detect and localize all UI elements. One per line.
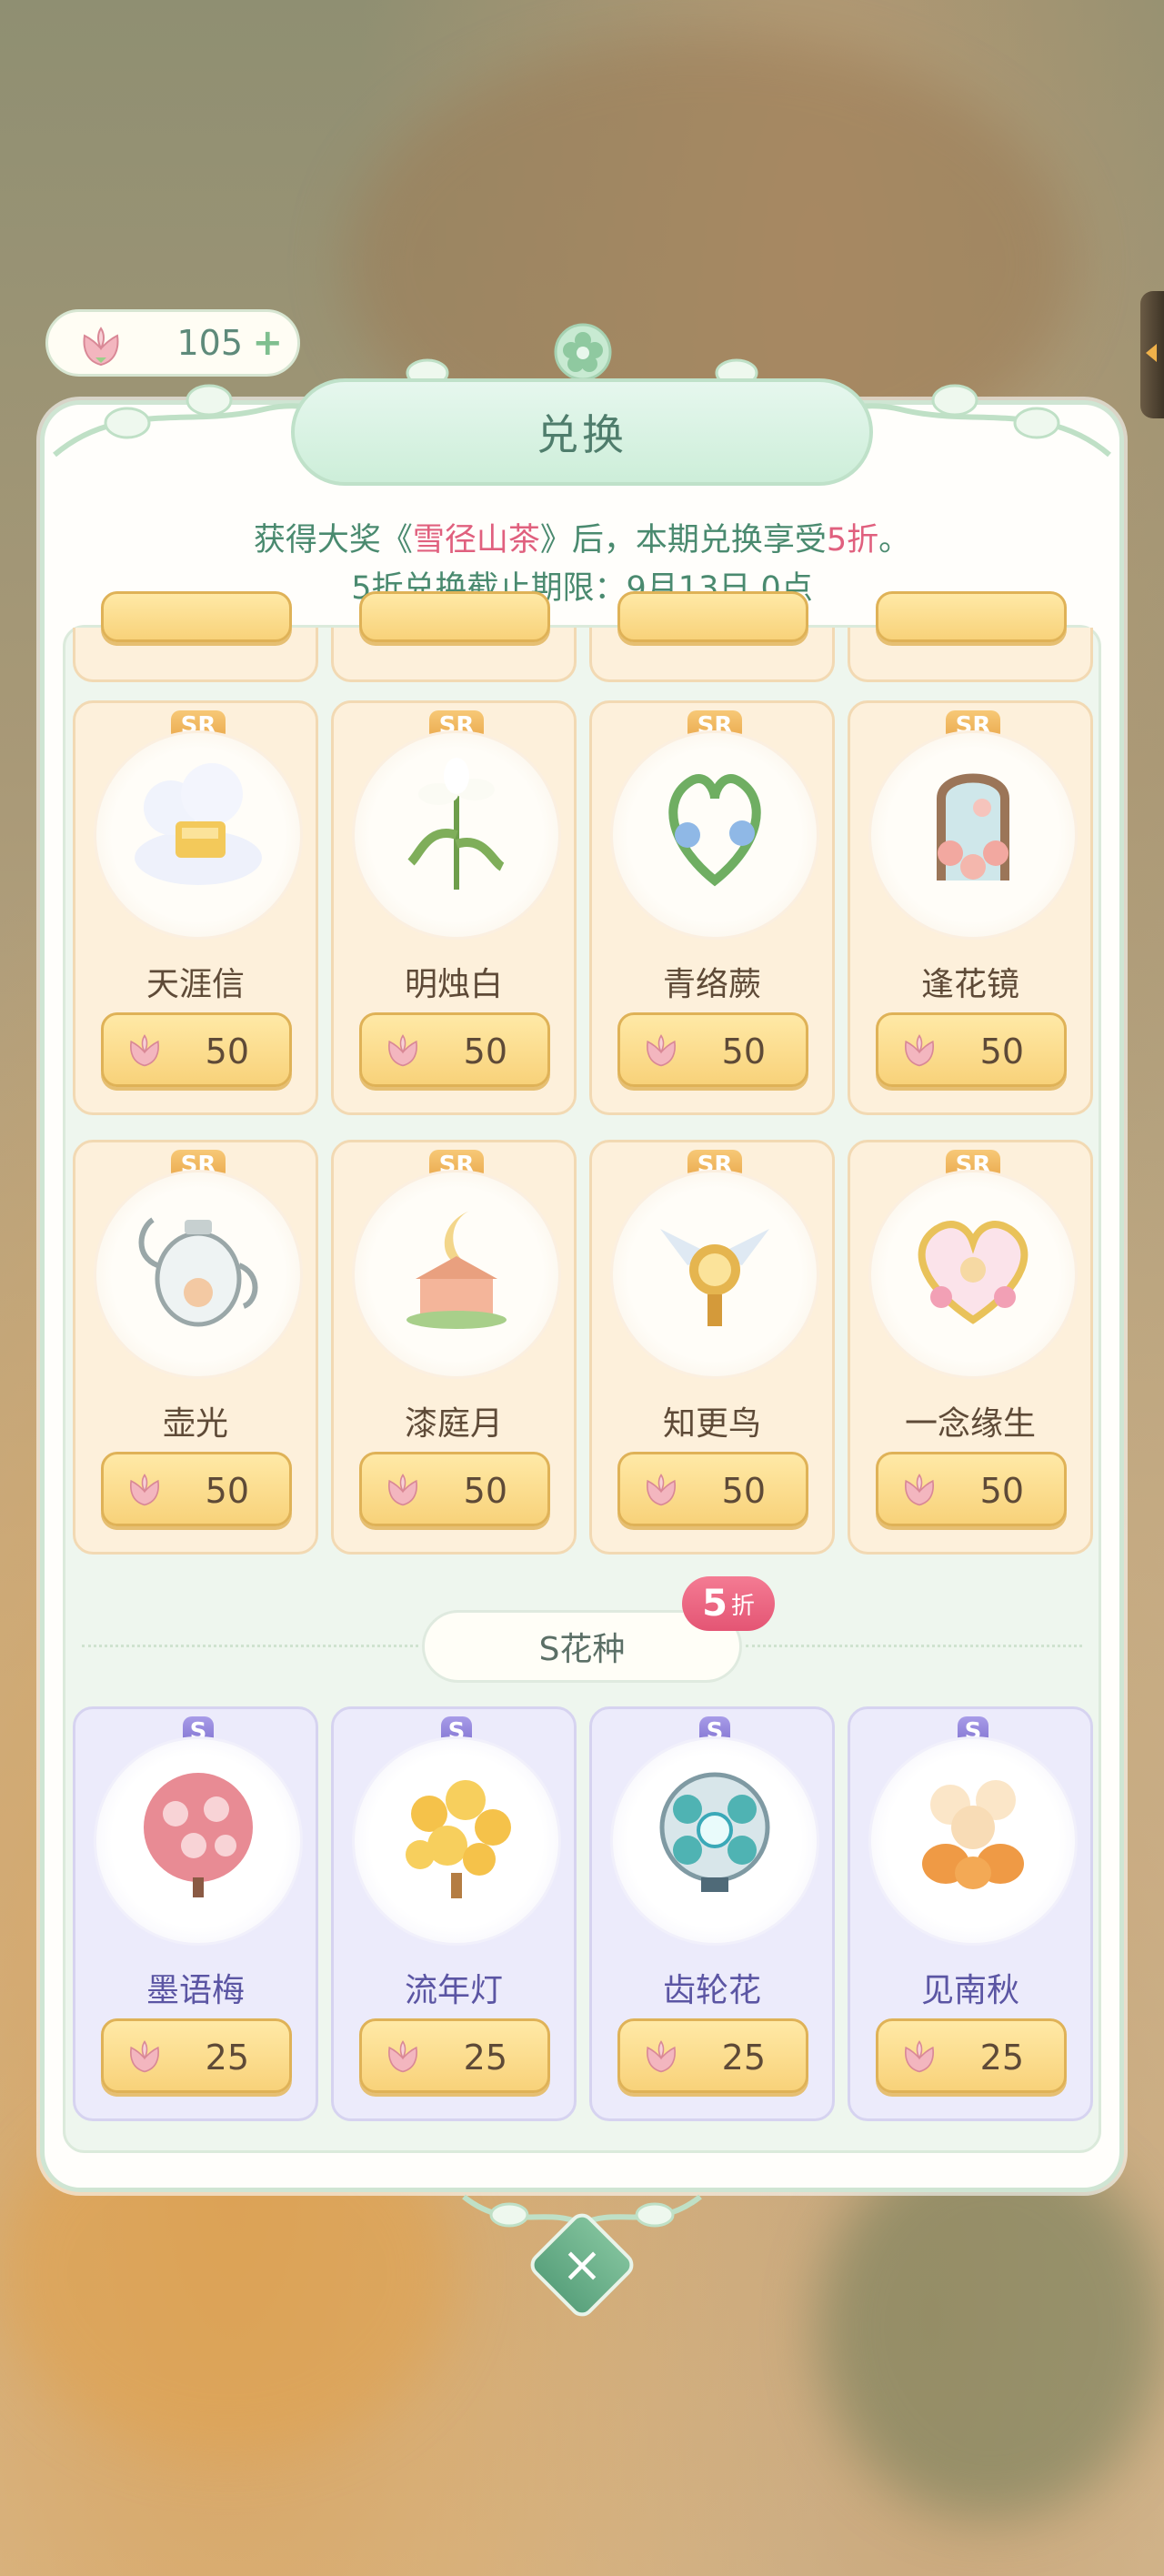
item-name: 逢花镜 [920, 966, 1019, 1003]
gear-flower-icon [642, 1759, 788, 1908]
notice-middle: 》后，本期兑换享受 [539, 522, 827, 558]
heart-frame-icon [900, 1192, 1046, 1342]
item-card[interactable]: SR 壶光 50 [73, 1140, 318, 1555]
item-card[interactable]: S 齿轮花 25 [589, 1706, 835, 2121]
notice-discount: 5折 [826, 522, 879, 558]
notice-prefix: 获得大奖《 [253, 522, 413, 558]
exchange-button[interactable]: 50 [876, 1452, 1067, 1526]
item-card[interactable]: SR 漆庭月 50 [331, 1140, 577, 1555]
flower-mirror-icon [900, 753, 1046, 902]
item-name: 壶光 [162, 1405, 228, 1443]
item-card[interactable]: SR 明烛白 50 [331, 700, 577, 1115]
item-card[interactable]: S 墨语梅 25 [73, 1706, 318, 2121]
camellia-petal-icon [124, 1469, 166, 1514]
exchange-notice: 获得大奖《雪径山茶》后，本期兑换享受5折。 [0, 514, 1164, 560]
price-value: 50 [979, 1471, 1024, 1511]
dialog-title: 兑换 [537, 410, 627, 459]
price-button-partial[interactable] [359, 591, 550, 642]
item-name: 天涯信 [146, 966, 245, 1003]
pumpkin-rose-icon [900, 1759, 1046, 1908]
camellia-petal-icon [640, 1030, 682, 1075]
discount-number: 5 [702, 1583, 728, 1625]
item-card[interactable]: SR 逢花镜 50 [848, 700, 1093, 1115]
item-name: 齿轮花 [662, 1972, 761, 2009]
price-value: 50 [463, 1471, 507, 1511]
item-card-partial[interactable] [331, 591, 577, 682]
price-value: 25 [721, 2038, 766, 2078]
background-tree [818, 2138, 1164, 2520]
price-value: 50 [979, 1031, 1024, 1072]
price-value: 50 [205, 1031, 249, 1072]
dialog-title-banner: 兑换 [291, 378, 873, 486]
fern-heart-icon [642, 753, 788, 902]
item-name: 流年灯 [404, 1972, 503, 2009]
price-value: 50 [463, 1031, 507, 1072]
item-card[interactable]: SR 知更鸟 50 [589, 1140, 835, 1555]
item-name: 漆庭月 [404, 1405, 503, 1443]
price-value: 50 [721, 1031, 766, 1072]
item-name: 明烛白 [404, 966, 503, 1003]
item-card[interactable]: S 见南秋 25 [848, 1706, 1093, 2121]
item-card[interactable]: SR 青络蕨 50 [589, 700, 835, 1115]
item-name: 墨语梅 [146, 1972, 245, 2009]
item-card[interactable]: SR 一念缘生 50 [848, 1140, 1093, 1555]
exchange-button[interactable]: 25 [617, 2018, 808, 2093]
exchange-button[interactable]: 50 [876, 1012, 1067, 1087]
moon-pavilion-icon [384, 1192, 529, 1342]
camellia-petal-icon [640, 1469, 682, 1514]
notice-prize-name: 雪径山茶 [412, 522, 540, 558]
exchange-button[interactable]: 25 [359, 2018, 550, 2093]
item-name: 青络蕨 [662, 966, 761, 1003]
section-divider [82, 1645, 418, 1647]
camellia-petal-icon [124, 1030, 166, 1075]
side-expand-tab[interactable] [1140, 291, 1164, 418]
price-button-partial[interactable] [101, 591, 292, 642]
item-name: 一念缘生 [904, 1405, 1036, 1443]
white-lily-icon [384, 753, 529, 902]
exchange-button[interactable]: 50 [359, 1452, 550, 1526]
camellia-petal-icon [382, 2036, 424, 2081]
flower-ornament-icon [551, 320, 615, 387]
camellia-petal-icon [124, 2036, 166, 2081]
exchange-button[interactable]: 25 [101, 2018, 292, 2093]
item-card-partial[interactable] [589, 591, 835, 682]
price-value: 50 [721, 1471, 766, 1511]
price-value: 25 [463, 2038, 507, 2078]
exchange-button[interactable]: 50 [617, 1452, 808, 1526]
item-card-partial[interactable] [848, 591, 1093, 682]
lantern-tree-icon [384, 1759, 529, 1908]
item-name: 知更鸟 [662, 1405, 761, 1443]
price-value: 25 [205, 2038, 249, 2078]
section-divider [746, 1645, 1082, 1647]
notice-suffix: 。 [878, 522, 911, 558]
item-card[interactable]: S 流年灯 25 [331, 1706, 577, 2121]
camellia-petal-icon [382, 1030, 424, 1075]
cloud-mailbox-icon [125, 753, 271, 902]
price-value: 50 [205, 1471, 249, 1511]
teapot-icon [125, 1192, 271, 1342]
item-name: 见南秋 [920, 1972, 1019, 2009]
camellia-petal-icon [898, 1469, 940, 1514]
exchange-button[interactable]: 50 [101, 1452, 292, 1526]
price-button-partial[interactable] [617, 591, 808, 642]
exchange-button[interactable]: 50 [359, 1012, 550, 1087]
camellia-petal-icon [898, 1030, 940, 1075]
section-header-s-seeds: S花种 [82, 1610, 1082, 1683]
close-icon[interactable]: × [555, 2238, 609, 2292]
exchange-button[interactable]: 50 [617, 1012, 808, 1087]
plum-blossom-tree-icon [125, 1759, 271, 1908]
exchange-button[interactable]: 50 [101, 1012, 292, 1087]
camellia-petal-icon [898, 2036, 940, 2081]
discount-badge: 5折 [682, 1576, 775, 1631]
discount-unit: 折 [730, 1592, 755, 1620]
robin-clock-icon [642, 1192, 788, 1342]
camellia-petal-icon [640, 2036, 682, 2081]
camellia-petal-icon [382, 1469, 424, 1514]
item-card[interactable]: SR 天涯信 50 [73, 700, 318, 1115]
item-card-partial[interactable] [73, 591, 318, 682]
exchange-button[interactable]: 25 [876, 2018, 1067, 2093]
price-button-partial[interactable] [876, 591, 1067, 642]
price-value: 25 [979, 2038, 1024, 2078]
